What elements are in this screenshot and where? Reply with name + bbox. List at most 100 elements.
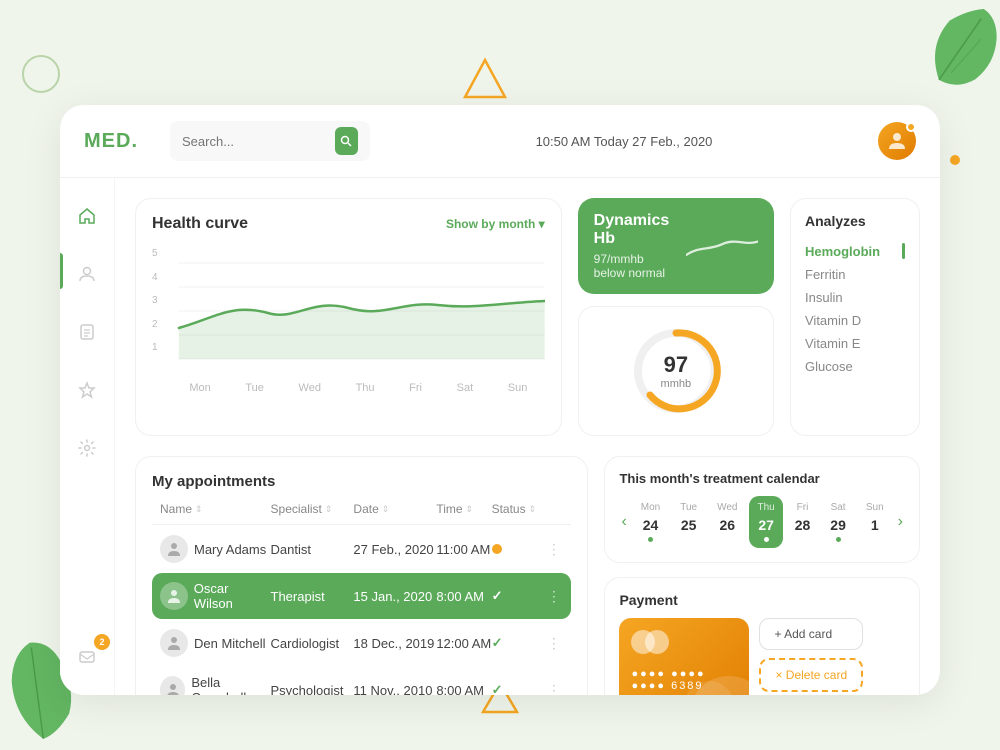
dynamics-title: Dynamics Hb bbox=[594, 212, 686, 248]
gauge-number: 97 bbox=[661, 352, 692, 378]
cal-day-mon[interactable]: Mon 24 bbox=[633, 496, 668, 548]
appointments-title: My appointments bbox=[152, 473, 571, 490]
more-icon[interactable]: ⋮ bbox=[547, 635, 561, 652]
cell-more: ⋮ bbox=[547, 588, 564, 605]
analyze-item-glucose[interactable]: Glucose bbox=[805, 355, 905, 378]
cal-dot bbox=[764, 537, 769, 542]
sidebar-item-mail[interactable]: 2 bbox=[69, 639, 105, 675]
calendar-card: This month's treatment calendar ‹ Mon 24… bbox=[604, 456, 920, 563]
table-row-active[interactable]: Oscar Wilson Therapist 15 Jan., 2020 8:0… bbox=[152, 573, 571, 619]
cal-day-sun[interactable]: Sun 1 bbox=[858, 496, 892, 548]
cell-date: 11 Nov., 2010 bbox=[353, 683, 436, 696]
analyze-item-insulin[interactable]: Insulin bbox=[805, 286, 905, 309]
search-container bbox=[170, 121, 370, 161]
sidebar-active-indicator bbox=[60, 253, 63, 289]
patient-avatar bbox=[160, 629, 188, 657]
cal-day-tue[interactable]: Tue 25 bbox=[672, 496, 705, 548]
search-input[interactable] bbox=[182, 134, 327, 149]
patient-avatar bbox=[160, 535, 188, 563]
more-icon[interactable]: ⋮ bbox=[547, 541, 561, 558]
sidebar-item-document[interactable] bbox=[69, 314, 105, 350]
payment-title: Payment bbox=[619, 592, 905, 608]
header: MED. 10:50 AM Today 27 Feb., 2020 bbox=[60, 105, 940, 178]
more-icon[interactable]: ⋮ bbox=[547, 682, 561, 696]
col-status: Status ⇕ bbox=[492, 502, 547, 516]
patient-avatar bbox=[160, 582, 188, 610]
calendar-title: This month's treatment calendar bbox=[619, 471, 905, 486]
cal-day-fri[interactable]: Fri 28 bbox=[787, 496, 819, 548]
cell-name: Den Mitchell bbox=[160, 629, 271, 657]
filter-value[interactable]: month ▾ bbox=[499, 217, 545, 231]
chart-area: 54321 bbox=[152, 243, 545, 403]
sidebar-item-person[interactable] bbox=[69, 256, 105, 292]
col-date: Date ⇕ bbox=[353, 502, 436, 516]
gauge-value: 97 mmhb bbox=[661, 352, 692, 390]
col-specialist: Specialist ⇕ bbox=[271, 502, 354, 516]
datetime-display: 10:50 AM Today 27 Feb., 2020 bbox=[386, 134, 862, 149]
sidebar-item-home[interactable] bbox=[69, 198, 105, 234]
add-card-button[interactable]: + Add card bbox=[759, 618, 863, 650]
table-row[interactable]: Bella Campbell Psychologist 11 Nov., 201… bbox=[152, 667, 571, 695]
analyze-item-vitamine[interactable]: Vitamin E bbox=[805, 332, 905, 355]
main-content: Health curve Show by month ▾ 54321 bbox=[115, 178, 940, 695]
chart-y-labels: 54321 bbox=[152, 243, 158, 353]
cal-day-wed[interactable]: Wed 26 bbox=[709, 496, 745, 548]
sidebar-item-settings[interactable] bbox=[69, 430, 105, 466]
cell-specialist: Dantist bbox=[271, 542, 354, 557]
calendar-next-btn[interactable]: › bbox=[896, 513, 905, 531]
cell-name: Mary Adams bbox=[160, 535, 271, 563]
analyzes-panel: Analyzes Hemoglobin Ferritin Insulin Vit… bbox=[790, 198, 920, 436]
calendar-days: ‹ Mon 24 Tue 25 bbox=[619, 496, 905, 548]
cell-name: Oscar Wilson bbox=[160, 581, 271, 611]
cal-dot bbox=[836, 537, 841, 542]
chart-filter: Show by month ▾ bbox=[446, 217, 545, 231]
status-check-icon: ✓ bbox=[492, 682, 503, 695]
gauge-card: 97 mmhb bbox=[578, 306, 774, 436]
gauge-container: 97 mmhb bbox=[626, 321, 726, 421]
cell-date: 18 Dec., 2019 bbox=[353, 636, 436, 651]
dynamics-status: below normal bbox=[594, 266, 686, 280]
sidebar-item-star[interactable] bbox=[69, 372, 105, 408]
analyze-item-ferritin[interactable]: Ferritin bbox=[805, 263, 905, 286]
cal-day-thu[interactable]: Thu 27 bbox=[749, 496, 782, 548]
col-name: Name ⇕ bbox=[160, 502, 271, 516]
status-check-icon: ✓ bbox=[492, 588, 503, 604]
analyze-item-hemoglobin[interactable]: Hemoglobin bbox=[805, 239, 905, 263]
cell-status: ✓ bbox=[492, 588, 547, 604]
appointments-card: My appointments Name ⇕ Specialist ⇕ Date… bbox=[135, 456, 588, 695]
card-circles bbox=[631, 630, 737, 654]
card-actions: + Add card × Delete card bbox=[759, 618, 863, 692]
cell-time: 8:00 AM bbox=[436, 683, 491, 696]
cell-more: ⋮ bbox=[547, 682, 564, 696]
table-row[interactable]: Mary Adams Dantist 27 Feb., 2020 11:00 A… bbox=[152, 527, 571, 571]
logo: MED. bbox=[84, 130, 154, 153]
col-more bbox=[547, 502, 564, 516]
cell-more: ⋮ bbox=[547, 541, 564, 558]
cal-dot bbox=[648, 537, 653, 542]
cell-more: ⋮ bbox=[547, 635, 564, 652]
payment-card: Payment ●●●● ●●●● ●●●● 6389 bbox=[604, 577, 920, 695]
chart-title: Health curve bbox=[152, 215, 248, 233]
bg-circle-decoration bbox=[22, 55, 60, 93]
cal-day-sat[interactable]: Sat 29 bbox=[822, 496, 854, 548]
bg-dot-right bbox=[950, 155, 960, 165]
chart-svg bbox=[152, 243, 545, 373]
cell-date: 15 Jan., 2020 bbox=[353, 589, 436, 604]
chart-x-labels: MonTueWedThuFriSatSun bbox=[152, 382, 545, 394]
calendar-prev-btn[interactable]: ‹ bbox=[619, 513, 628, 531]
right-panel: Dynamics Hb 97/mmhb below normal bbox=[578, 198, 774, 436]
patient-avatar bbox=[160, 676, 185, 695]
cell-specialist: Cardiologist bbox=[271, 636, 354, 651]
table-row[interactable]: Den Mitchell Cardiologist 18 Dec., 2019 … bbox=[152, 621, 571, 665]
status-check-icon: ✓ bbox=[492, 635, 503, 651]
more-icon[interactable]: ⋮ bbox=[547, 588, 561, 605]
analyze-item-vitamind[interactable]: Vitamin D bbox=[805, 309, 905, 332]
credit-card: ●●●● ●●●● ●●●● 6389 Emma Robinson 01/24 bbox=[619, 618, 749, 695]
delete-card-button[interactable]: × Delete card bbox=[759, 658, 863, 692]
top-row: Health curve Show by month ▾ 54321 bbox=[135, 198, 920, 436]
search-button[interactable] bbox=[335, 127, 358, 155]
chart-header: Health curve Show by month ▾ bbox=[152, 215, 545, 233]
col-time: Time ⇕ bbox=[436, 502, 491, 516]
health-curve-card: Health curve Show by month ▾ 54321 bbox=[135, 198, 562, 436]
table-header: Name ⇕ Specialist ⇕ Date ⇕ Time ⇕ Status… bbox=[152, 502, 571, 525]
